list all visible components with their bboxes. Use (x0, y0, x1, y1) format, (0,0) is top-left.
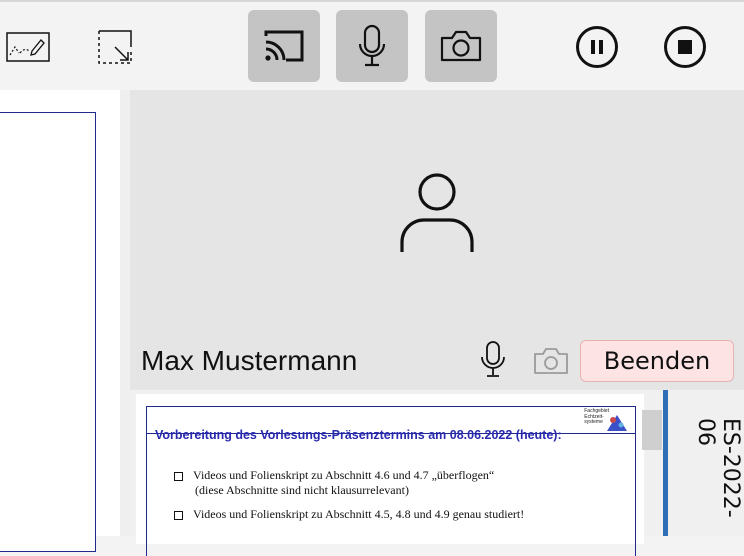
participant-camera-button[interactable] (533, 340, 569, 380)
microphone-icon (358, 24, 386, 67)
slide-bullet: Videos und Folienskript zu Abschnitt 4.5… (174, 507, 524, 522)
select-region-button[interactable] (94, 26, 136, 68)
participant-name: Max Mustermann (141, 345, 358, 376)
left-document-frame (0, 112, 96, 552)
person-avatar-icon (400, 173, 474, 252)
participant-video-area: Max Mustermann Beenden (130, 90, 744, 390)
camera-disabled-icon (534, 348, 568, 374)
selection-indicator (663, 390, 668, 536)
draw-on-screen-icon (6, 32, 50, 62)
checkbox-icon (174, 510, 183, 520)
panel-divider[interactable] (120, 90, 130, 536)
slide-bullet-continuation: (diese Abschnitte sind nicht klausurrele… (195, 483, 409, 497)
camera-button[interactable] (425, 10, 497, 82)
stop-button[interactable] (664, 26, 706, 68)
slide-scrollbar[interactable] (642, 410, 662, 450)
stop-icon (678, 40, 692, 54)
toolbar (0, 0, 744, 90)
participant-mic-button[interactable] (480, 340, 510, 380)
end-button[interactable]: Beenden (580, 340, 734, 382)
department-logo-icon (607, 415, 627, 431)
slide-preview-area: Fachgebiet Echtzeit- systeme Vorbereitun… (130, 390, 744, 556)
pause-icon (591, 40, 603, 54)
pause-button[interactable] (576, 26, 618, 68)
document-side-label: ES-2022-06 (693, 418, 743, 518)
draw-on-screen-button[interactable] (4, 30, 52, 66)
microphone-icon (481, 341, 505, 377)
checkbox-icon (174, 471, 183, 481)
slide-title: Vorbereitung des Vorlesungs-Präsenztermi… (155, 428, 562, 442)
microphone-button[interactable] (336, 10, 408, 82)
camera-icon (440, 30, 482, 62)
cast-icon (264, 30, 304, 62)
select-region-icon (98, 30, 132, 64)
left-panel (0, 90, 120, 552)
slide-thumbnail[interactable]: Fachgebiet Echtzeit- systeme Vorbereitun… (136, 394, 644, 556)
slide-bullet: Videos und Folienskript zu Abschnitt 4.6… (174, 468, 494, 483)
cast-button[interactable] (248, 10, 320, 82)
